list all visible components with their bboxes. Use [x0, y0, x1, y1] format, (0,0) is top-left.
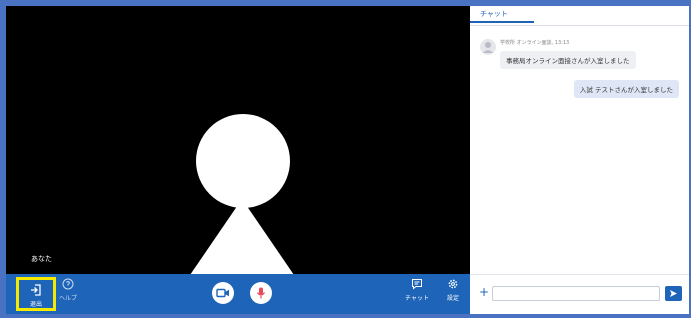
user-avatar-icon [480, 39, 496, 55]
exit-button[interactable]: 退出 [16, 277, 56, 311]
gear-icon [448, 279, 458, 289]
help-label: ヘルプ [58, 295, 77, 302]
send-button[interactable] [665, 286, 682, 301]
help-icon [62, 278, 74, 290]
camera-toggle-button[interactable] [212, 282, 234, 304]
message-meta: 学校所 オンライン面談, 13:13 [500, 40, 570, 46]
chat-icon [412, 279, 422, 290]
exit-label: 退出 [29, 301, 42, 308]
control-bar: 退出 ヘルプ チャット 設定 [6, 274, 470, 314]
chat-input-row: + [470, 274, 689, 315]
message-bubble-self: 入試 テストさんが入室しました [573, 80, 679, 98]
participant-avatar-body [190, 199, 294, 274]
chat-tab-bar: チャット [470, 6, 689, 26]
microphone-icon [257, 287, 265, 299]
self-video-label: あなた [31, 255, 52, 263]
settings-button[interactable]: 設定 [440, 278, 466, 302]
exit-icon [31, 284, 41, 296]
help-button[interactable]: ヘルプ [56, 278, 80, 302]
chat-toggle-button[interactable]: チャット [404, 278, 430, 302]
chat-panel: チャット 学校所 オンライン面談, 13:13 事務局オンライン面接さんが入室し… [470, 6, 689, 314]
tab-chat[interactable]: チャット [470, 6, 534, 23]
meeting-app: あなた 退出 ヘルプ チャット 設定 チャット 学校所 オンライン面談, 13:… [6, 6, 689, 314]
chat-message-input[interactable] [492, 286, 660, 301]
chat-label: チャット [405, 295, 429, 302]
microphone-toggle-button[interactable] [250, 282, 272, 304]
add-attachment-button[interactable]: + [479, 285, 489, 299]
participant-avatar-head [196, 114, 290, 208]
message-bubble: 事務局オンライン面接さんが入室しました [500, 51, 636, 69]
video-camera-icon [216, 288, 229, 298]
settings-label: 設定 [446, 295, 459, 302]
send-icon [670, 290, 677, 297]
video-area: あなた [6, 6, 470, 274]
